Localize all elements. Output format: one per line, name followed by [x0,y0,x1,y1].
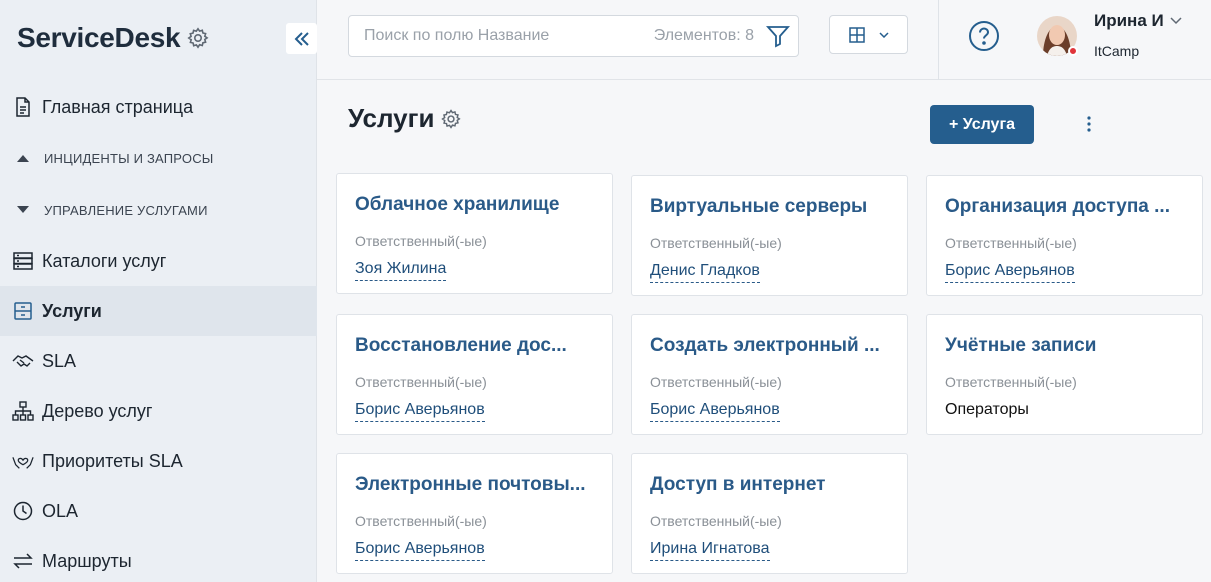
sidebar-item-label: Дерево услуг [42,400,153,421]
service-card-title[interactable]: Организация доступа ... [945,196,1185,218]
responsible-label: Ответственный(-ые) [945,374,1077,390]
user-name: Ирина И [1094,11,1164,30]
filter-icon[interactable] [766,24,790,48]
responsible-label: Ответственный(-ые) [355,374,487,390]
sidebar-item-routes[interactable]: Маршруты [0,536,317,582]
grid-view-icon [848,26,865,43]
sidebar-item-label: Приоритеты SLA [42,450,183,471]
sidebar-section-label: ИНЦИДЕНТЫ И ЗАПРОСЫ [44,150,214,166]
responsible-label: Ответственный(-ые) [945,235,1077,251]
page-header: Услуги [348,103,462,134]
service-card-title[interactable]: Облачное хранилище [355,194,595,216]
clock-icon [12,500,34,522]
responsible-value[interactable]: Борис Аверьянов [355,540,485,561]
document-icon [12,96,34,118]
sidebar-section-incidents[interactable]: ИНЦИДЕНТЫ И ЗАПРОСЫ [0,132,317,184]
responsible-label: Ответственный(-ые) [650,235,782,251]
search-box: Элементов: 8 [348,15,799,57]
sidebar-item-label: Маршруты [42,550,132,571]
service-card[interactable]: Виртуальные серверы Ответственный(-ые) Д… [631,175,908,296]
question-circle-icon[interactable] [968,20,1000,52]
view-mode-button[interactable] [829,15,908,54]
user-menu[interactable]: Ирина И [1094,11,1182,31]
arrows-swap-icon [12,550,34,572]
chevron-down-icon [1170,17,1182,25]
vertical-dots-icon[interactable] [1079,112,1099,136]
collapse-sidebar-button[interactable] [286,23,317,54]
search-input[interactable] [364,27,654,45]
triangle-down-icon [16,205,30,215]
handshake-icon [12,350,34,372]
hands-heart-icon [12,450,34,472]
app-root: ServiceDesk Главная страница ИНЦИДЕНТЫ И… [0,0,1211,582]
responsible-value[interactable]: Борис Аверьянов [650,401,780,422]
sidebar-item-sla-priorities[interactable]: Приоритеты SLA [0,436,317,486]
service-card-title[interactable]: Доступ в интернет [650,474,890,496]
responsible-label: Ответственный(-ые) [355,233,487,249]
responsible-value[interactable]: Зоя Жилина [355,260,447,281]
gear-icon[interactable] [440,108,462,130]
service-card-title[interactable]: Электронные почтовы... [355,474,595,496]
responsible-value: Операторы [945,401,1029,418]
service-card[interactable]: Учётные записи Ответственный(-ые) Операт… [926,314,1203,435]
sidebar-item-label: Главная страница [42,96,194,117]
topbar-divider [938,0,939,80]
sidebar-item-home[interactable]: Главная страница [0,82,317,132]
sidebar-item-sla[interactable]: SLA [0,336,317,386]
avatar[interactable] [1037,16,1078,56]
responsible-value[interactable]: Денис Гладков [650,262,760,283]
add-service-button[interactable]: + Услуга [930,105,1034,144]
top-bar: Элементов: 8 [317,0,1211,80]
service-card[interactable]: Доступ в интернет Ответственный(-ые) Ири… [631,453,908,574]
sidebar: ServiceDesk Главная страница ИНЦИДЕНТЫ И… [0,0,317,582]
sidebar-item-tree[interactable]: Дерево услуг [0,386,317,436]
responsible-label: Ответственный(-ые) [650,374,782,390]
sidebar-item-catalogs[interactable]: Каталоги услуг [0,236,317,286]
sidebar-item-label: Каталоги услуг [42,250,167,271]
service-card-title[interactable]: Создать электронный ... [650,335,890,357]
responsible-value[interactable]: Ирина Игнатова [650,540,770,561]
sidebar-item-label: Услуги [42,300,102,321]
sidebar-item-label: SLA [42,350,77,371]
brand: ServiceDesk [17,22,210,54]
page-title: Услуги [348,103,435,133]
double-chevron-left-icon [294,31,309,46]
sidebar-item-ola[interactable]: OLA [0,486,317,536]
responsible-value[interactable]: Борис Аверьянов [945,262,1075,283]
sidebar-item-label: OLA [42,500,79,521]
service-card-title[interactable]: Виртуальные серверы [650,196,890,218]
hierarchy-icon [12,400,34,422]
triangle-up-icon [16,153,30,163]
sidebar-nav: Главная страница ИНЦИДЕНТЫ И ЗАПРОСЫ УПР… [0,82,317,582]
brand-title: ServiceDesk [17,22,181,53]
responsible-label: Ответственный(-ые) [650,513,782,529]
server-stack-icon [12,250,34,272]
service-card[interactable]: Восстановление дос... Ответственный(-ые)… [336,314,613,435]
status-dot [1068,46,1078,56]
user-org: ItCamp [1094,43,1140,59]
service-card-title[interactable]: Восстановление дос... [355,335,595,357]
responsible-value[interactable]: Борис Аверьянов [355,401,485,422]
service-card[interactable]: Электронные почтовы... Ответственный(-ые… [336,453,613,574]
service-card[interactable]: Организация доступа ... Ответственный(-ы… [926,175,1203,296]
sidebar-item-services[interactable]: Услуги [0,286,317,336]
sidebar-section-services[interactable]: УПРАВЛЕНИЕ УСЛУГАМИ [0,184,317,236]
service-card-title[interactable]: Учётные записи [945,335,1185,357]
gear-icon[interactable] [186,26,210,50]
chevron-down-icon [878,31,889,38]
items-count: Элементов: 8 [653,27,754,44]
service-card[interactable]: Облачное хранилище Ответственный(-ые) Зо… [336,173,613,294]
responsible-label: Ответственный(-ые) [355,513,487,529]
cabinet-icon [12,300,34,322]
service-card[interactable]: Создать электронный ... Ответственный(-ы… [631,314,908,435]
sidebar-section-label: УПРАВЛЕНИЕ УСЛУГАМИ [44,202,208,218]
